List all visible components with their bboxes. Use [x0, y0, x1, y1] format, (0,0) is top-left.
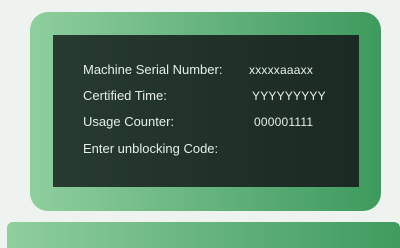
usage-counter-row: Usage Counter: 000001111: [83, 114, 335, 130]
certified-time-row: Certified Time: YYYYYYYYY: [83, 88, 335, 104]
serial-number-label: Machine Serial Number:: [83, 62, 223, 77]
unblock-code-input[interactable]: [233, 141, 343, 157]
unblock-code-row: Enter unblocking Code:: [83, 141, 343, 157]
usage-counter-label: Usage Counter:: [83, 114, 175, 129]
serial-number-row: Machine Serial Number: xxxxxaaaxx: [83, 62, 335, 78]
certified-time-label: Certified Time:: [83, 88, 167, 103]
serial-number-value: xxxxxaaaxx: [249, 63, 314, 77]
terminal-screen: Machine Serial Number: xxxxxaaaxx Certif…: [53, 35, 359, 187]
monitor-base: [7, 222, 400, 248]
illustration-stage: Machine Serial Number: xxxxxaaaxx Certif…: [0, 0, 400, 248]
unblock-code-label: Enter unblocking Code:: [83, 141, 219, 156]
usage-counter-value: 000001111: [254, 115, 314, 129]
certified-time-value: YYYYYYYYY: [252, 89, 326, 103]
